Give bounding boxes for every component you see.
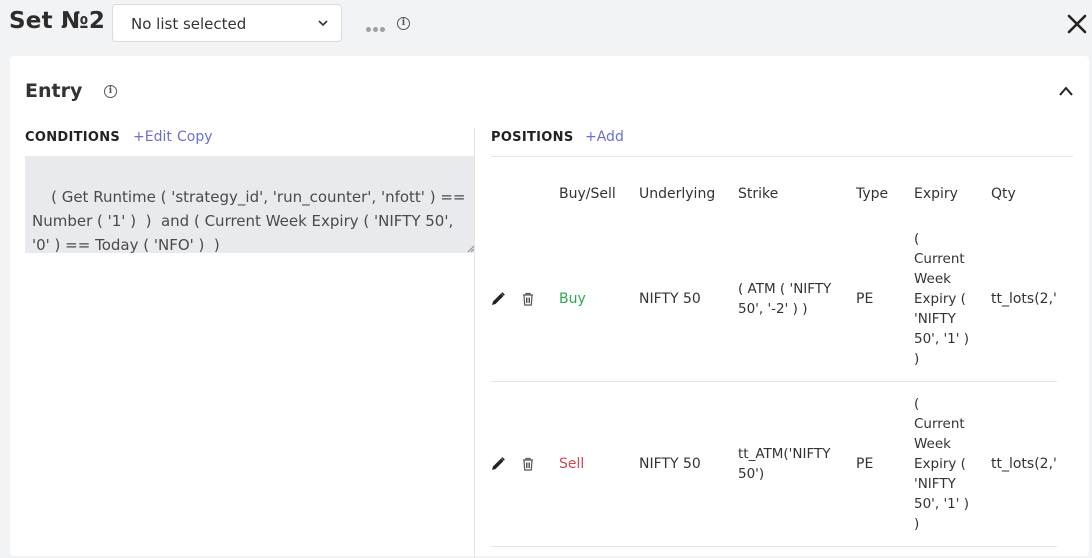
trash-icon[interactable] [520, 291, 536, 307]
expiry-line: ) [914, 516, 920, 532]
position-type: PE [856, 456, 874, 472]
position-strike: tt_ATM('NIFTY 50') [738, 444, 831, 484]
expiry-line: ( [914, 396, 920, 412]
col-qty: Qty [991, 186, 1016, 202]
copy-conditions-link[interactable]: Copy [177, 129, 213, 145]
entry-title: Entry [25, 80, 83, 102]
pencil-icon[interactable] [490, 291, 506, 307]
more-dots-icon[interactable] [366, 17, 390, 32]
expiry-line: 50', '1' ) [914, 496, 970, 512]
expiry-line: 50', '1' ) [914, 331, 970, 347]
expiry-line: 'NIFTY [914, 311, 956, 327]
col-buy-sell: Buy/Sell [559, 186, 616, 202]
chevron-up-icon[interactable] [1058, 85, 1074, 97]
expiry-line: Current [914, 416, 965, 432]
conditions-expression[interactable]: ( Get Runtime ( 'strategy_id', 'run_coun… [25, 156, 475, 254]
strike-line: 50', '-2' ) ) [738, 301, 808, 317]
expiry-line: ) [914, 351, 920, 367]
resize-grip-icon[interactable] [467, 245, 474, 252]
col-type: Type [856, 186, 889, 202]
trash-icon[interactable] [520, 456, 536, 472]
conditions-label: CONDITIONS [25, 130, 121, 145]
strike-line: tt_ATM('NIFTY [738, 446, 831, 462]
entry-info-icon[interactable]: i [104, 85, 117, 98]
col-strike: Strike [738, 186, 779, 202]
position-expiry: ( Current Week Expiry ( 'NIFTY 50', '1' … [914, 394, 969, 534]
position-expiry: ( Current Week Expiry ( 'NIFTY 50', '1' … [914, 229, 969, 369]
info-icon[interactable]: i [397, 17, 410, 30]
col-underlying: Underlying [639, 186, 716, 202]
position-strike: ( ATM ( 'NIFTY 50', '-2' ) ) [738, 279, 831, 319]
position-qty: tt_lots(2,'NIFTY 50') [991, 291, 1057, 307]
row-divider [491, 546, 1057, 547]
position-side: Sell [559, 456, 585, 472]
conditions-text: ( Get Runtime ( 'strategy_id', 'run_coun… [32, 188, 466, 254]
expiry-line: Current [914, 251, 965, 267]
expiry-line: Expiry ( [914, 291, 966, 307]
col-expiry: Expiry [914, 186, 958, 202]
expiry-line: ( [914, 231, 920, 247]
position-qty: tt_lots(2,'NIFTY 50') [991, 456, 1057, 472]
list-select-value: No list selected [131, 15, 247, 33]
chevron-down-icon [318, 20, 328, 27]
add-position-link[interactable]: +Add [585, 129, 624, 145]
expiry-line: Week [914, 436, 951, 452]
position-type: PE [856, 291, 874, 307]
set-title: Set №2 [9, 8, 106, 34]
pencil-icon[interactable] [490, 456, 506, 472]
row-divider [491, 381, 1057, 382]
strike-line: 50') [738, 466, 765, 482]
positions-header-divider [491, 156, 1073, 157]
position-side: Buy [559, 291, 586, 307]
expiry-line: Week [914, 271, 951, 287]
expiry-line: 'NIFTY [914, 476, 956, 492]
list-select-dropdown[interactable]: No list selected [112, 4, 342, 42]
position-underlying: NIFTY 50 [639, 456, 701, 472]
column-divider [474, 128, 475, 558]
positions-label: POSITIONS [491, 130, 574, 145]
position-underlying: NIFTY 50 [639, 291, 701, 307]
entry-card: Entry i CONDITIONS +Edit Copy ( Get Runt… [10, 56, 1089, 558]
strike-line: ( ATM ( 'NIFTY [738, 281, 832, 297]
close-icon[interactable] [1066, 13, 1088, 35]
edit-conditions-link[interactable]: +Edit [133, 129, 172, 145]
top-bar: Set №2 No list selected i [0, 0, 1092, 50]
expiry-line: Expiry ( [914, 456, 966, 472]
